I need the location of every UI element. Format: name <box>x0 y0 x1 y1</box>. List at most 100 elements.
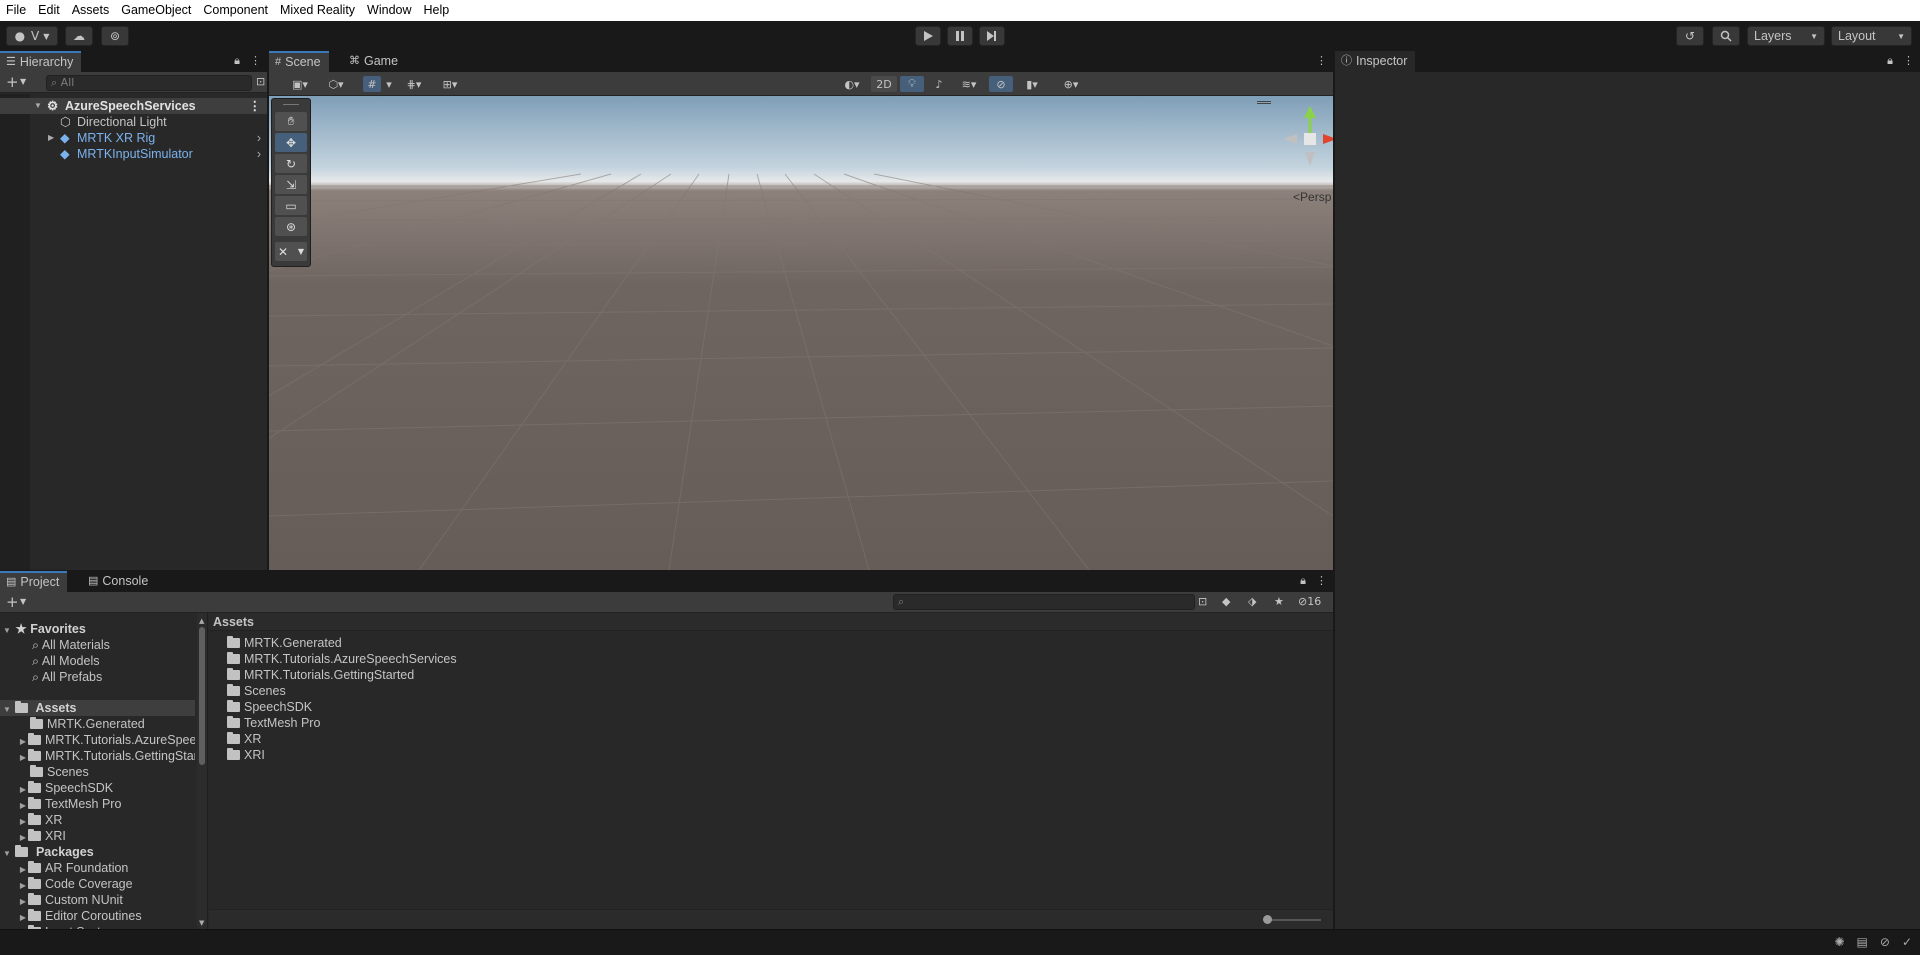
rotate-tool[interactable]: ↻ <box>275 154 307 173</box>
packages-root[interactable]: ▼ Packages <box>0 844 195 860</box>
audio-toggle[interactable]: ♪ <box>927 76 951 92</box>
visibility-toggle[interactable]: ⊘ <box>989 76 1013 92</box>
expand-arrow-icon[interactable]: ▶ <box>18 782 28 796</box>
debug-icon[interactable]: ✺ <box>1834 935 1844 949</box>
tree-package[interactable]: ▶ Custom NUnit <box>0 892 195 908</box>
pause-button[interactable] <box>947 26 973 46</box>
scene-search-icon[interactable]: ⊡ <box>256 75 265 88</box>
more-icon[interactable]: ⋮ <box>249 98 262 114</box>
ruler-button[interactable]: ⊞▾ <box>433 76 467 92</box>
chevron-down-icon[interactable]: ▼ <box>20 597 26 606</box>
tree-folder[interactable]: MRTK.Generated <box>0 716 195 732</box>
menu-file[interactable]: File <box>0 0 32 21</box>
scroll-up-icon[interactable]: ▲ <box>199 617 204 625</box>
tab-console[interactable]: ▤ Console <box>82 571 156 592</box>
menu-window[interactable]: Window <box>361 0 417 21</box>
palette-grip[interactable] <box>283 104 299 110</box>
add-icon[interactable]: + <box>6 593 19 611</box>
expand-arrow-icon[interactable]: ▶ <box>18 830 28 844</box>
chevron-right-icon[interactable]: › <box>257 146 261 162</box>
more-icon[interactable]: ⋮ <box>1903 54 1914 68</box>
expand-arrow-icon[interactable]: ▼ <box>2 623 12 637</box>
collab-button[interactable]: ⊚ <box>101 26 129 46</box>
snap-increment-button[interactable]: ⋕▾ <box>399 76 429 92</box>
favorite-item[interactable]: ⌕ All Models <box>0 653 195 669</box>
hierarchy-scene-row[interactable]: ▼ ⚙ AzureSpeechServices ⋮ <box>0 98 267 114</box>
rect-tool[interactable]: ▭ <box>275 196 307 215</box>
asset-folder[interactable]: XRI <box>227 747 265 763</box>
orientation-gizmo[interactable] <box>1275 104 1333 174</box>
cloud-button[interactable]: ☁ <box>65 26 93 46</box>
layers-dropdown[interactable]: Layers ▼ <box>1747 26 1825 46</box>
effects-button[interactable]: ≋▾ <box>953 76 985 92</box>
grid-dropdown[interactable]: ▾ <box>383 76 395 92</box>
label-icon[interactable]: ⬗ <box>1248 595 1256 608</box>
tree-folder[interactable]: ▶ XR <box>0 812 195 828</box>
breadcrumb[interactable]: Assets <box>209 613 1333 631</box>
menu-assets[interactable]: Assets <box>66 0 116 21</box>
expand-arrow-icon[interactable]: ▼ <box>34 98 42 114</box>
asset-folder[interactable]: MRTK.Tutorials.GettingStarted <box>227 667 414 683</box>
gizmos-button[interactable]: ⊕▾ <box>1053 76 1089 92</box>
hierarchy-item[interactable]: ▶ ◆ MRTK XR Rig › <box>0 130 267 146</box>
more-icon[interactable]: ⋮ <box>1316 54 1327 67</box>
layout-dropdown[interactable]: Layout ▼ <box>1831 26 1912 46</box>
tab-game[interactable]: ⌘ Game <box>343 51 406 72</box>
tree-package[interactable]: ▶ AR Foundation <box>0 860 195 876</box>
history-button[interactable]: ↺ <box>1676 26 1704 46</box>
expand-arrow-icon[interactable]: ▶ <box>18 910 28 924</box>
asset-folder[interactable]: MRTK.Tutorials.AzureSpeechServices <box>227 651 457 667</box>
hierarchy-search-input[interactable]: ⌕ All <box>46 75 252 91</box>
favorite-item[interactable]: ⌕ All Materials <box>0 637 195 653</box>
shading-button[interactable]: ⬡▾ <box>319 76 353 92</box>
more-icon[interactable]: ⋮ <box>1316 574 1327 588</box>
scrollbar-thumb[interactable] <box>199 627 205 765</box>
scale-tool[interactable]: ⇲ <box>275 175 307 194</box>
zoom-slider-thumb[interactable] <box>1263 915 1272 924</box>
expand-arrow-icon[interactable]: ▼ <box>2 846 12 860</box>
account-dropdown[interactable]: ● V ▼ <box>6 26 58 46</box>
chevron-down-icon[interactable]: ▼ <box>20 77 26 86</box>
more-icon[interactable]: ⋮ <box>250 54 261 68</box>
menu-mixed-reality[interactable]: Mixed Reality <box>274 0 361 21</box>
grid-snap-button[interactable]: # <box>363 76 381 92</box>
expand-arrow-icon[interactable]: ▶ <box>18 798 28 812</box>
expand-arrow-icon[interactable]: ▶ <box>48 130 54 146</box>
filter-type-icon[interactable]: ◆ <box>1222 595 1230 608</box>
star-icon[interactable]: ★ <box>1274 595 1284 608</box>
expand-arrow-icon[interactable]: ▼ <box>2 702 12 716</box>
tree-package[interactable]: ▶ Code Coverage <box>0 876 195 892</box>
tab-hierarchy[interactable]: ☰ Hierarchy <box>0 51 82 72</box>
tab-scene[interactable]: # Scene <box>269 51 329 72</box>
gizmo-menu-icon[interactable] <box>1257 101 1271 104</box>
favorites-header[interactable]: ▼ ★ Favorites <box>0 621 195 637</box>
expand-arrow-icon[interactable]: ▶ <box>18 750 28 764</box>
menu-component[interactable]: Component <box>197 0 274 21</box>
add-icon[interactable]: + <box>6 73 19 91</box>
search-button[interactable] <box>1712 26 1740 46</box>
camera-button[interactable]: ▮▾ <box>1015 76 1049 92</box>
cache-icon[interactable]: ▤ <box>1857 935 1868 949</box>
step-button[interactable] <box>979 26 1005 46</box>
menu-help[interactable]: Help <box>418 0 456 21</box>
draw-mode-button[interactable]: ▣▾ <box>285 76 315 92</box>
lock-icon[interactable]: 🔒︎ <box>1887 54 1893 68</box>
custom-tool[interactable]: ✕ ▼ <box>275 242 307 261</box>
search-by-type-icon[interactable]: ⊡ <box>1198 595 1207 608</box>
asset-folder[interactable]: MRTK.Generated <box>227 635 342 651</box>
tree-scrollbar[interactable]: ▲ ▼ <box>197 613 207 929</box>
lock-icon[interactable]: 🔒︎ <box>1300 574 1306 588</box>
tree-package[interactable]: ▶ Editor Coroutines <box>0 908 195 924</box>
expand-arrow-icon[interactable]: ▶ <box>18 734 28 748</box>
asset-folder[interactable]: SpeechSDK <box>227 699 312 715</box>
expand-arrow-icon[interactable]: ▶ <box>18 894 28 908</box>
project-search-input[interactable]: ⌕ <box>893 594 1195 610</box>
bake-icon[interactable]: ⊘ <box>1880 935 1890 949</box>
draw-mode-sphere-button[interactable]: ◐▾ <box>835 76 869 92</box>
hand-tool[interactable]: ✋︎ <box>275 112 307 131</box>
scroll-down-icon[interactable]: ▼ <box>199 919 204 927</box>
expand-arrow-icon[interactable]: ▶ <box>18 862 28 876</box>
move-tool[interactable]: ✥ <box>275 133 307 152</box>
assets-root[interactable]: ▼ Assets <box>0 700 195 716</box>
menu-gameobject[interactable]: GameObject <box>115 0 197 21</box>
